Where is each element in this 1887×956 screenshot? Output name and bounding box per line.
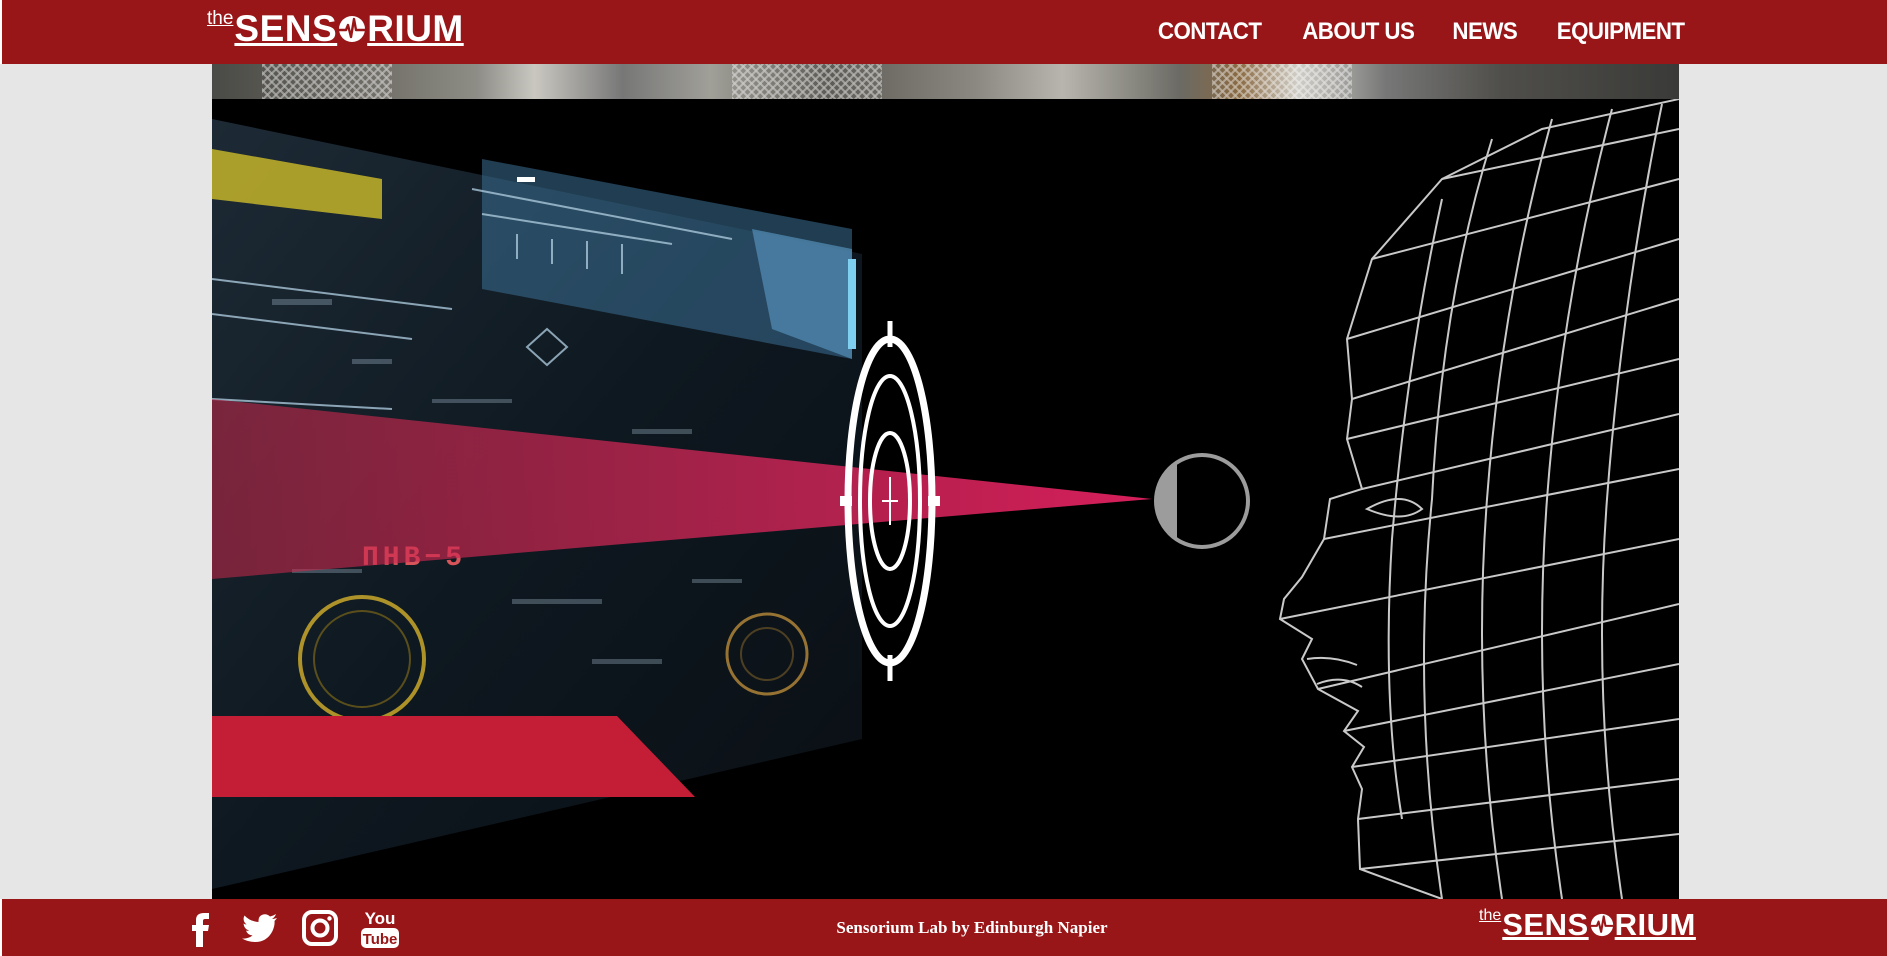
main-nav: CONTACT ABOUT US NEWS EQUIPMENT	[1154, 0, 1689, 64]
nav-equipment[interactable]: EQUIPMENT	[1557, 18, 1685, 46]
logo-prefix: the	[1479, 907, 1502, 924]
nav-news[interactable]: NEWS	[1453, 18, 1518, 46]
hero-banner: ΠΗΒ−5	[212, 99, 1679, 899]
nav-about-us[interactable]: ABOUT US	[1302, 18, 1415, 46]
logo-text-left: SENS	[1502, 907, 1589, 942]
chair-mesh	[262, 64, 392, 99]
logo-prefix: the	[207, 8, 234, 29]
site-header: the SENS RIUM CONTACT ABOUT US NEWS EQUI…	[0, 0, 1887, 64]
hud-dash	[517, 177, 535, 182]
logo-text-left: SENS	[234, 8, 338, 49]
site-logo[interactable]: the SENS RIUM	[207, 8, 464, 47]
logo-text-right: RIUM	[1614, 907, 1696, 942]
chair-mesh	[732, 64, 882, 99]
heartbeat-o-icon	[1590, 913, 1613, 936]
logo-wordmark: SENS RIUM	[1502, 909, 1696, 940]
wireframe-face	[1278, 99, 1679, 899]
nav-contact[interactable]: CONTACT	[1158, 18, 1262, 46]
logo-wordmark: SENS RIUM	[234, 10, 463, 47]
logo-text-right: RIUM	[367, 8, 464, 49]
footer-logo[interactable]: the SENS RIUM	[1479, 907, 1696, 941]
heartbeat-o-icon	[339, 15, 366, 42]
eye-icon	[1154, 453, 1250, 549]
chair-mesh	[1212, 64, 1352, 99]
red-accent-bar	[212, 716, 695, 797]
background-photo-strip	[212, 64, 1679, 99]
hero-illustration: ΠΗΒ−5	[212, 99, 1679, 899]
